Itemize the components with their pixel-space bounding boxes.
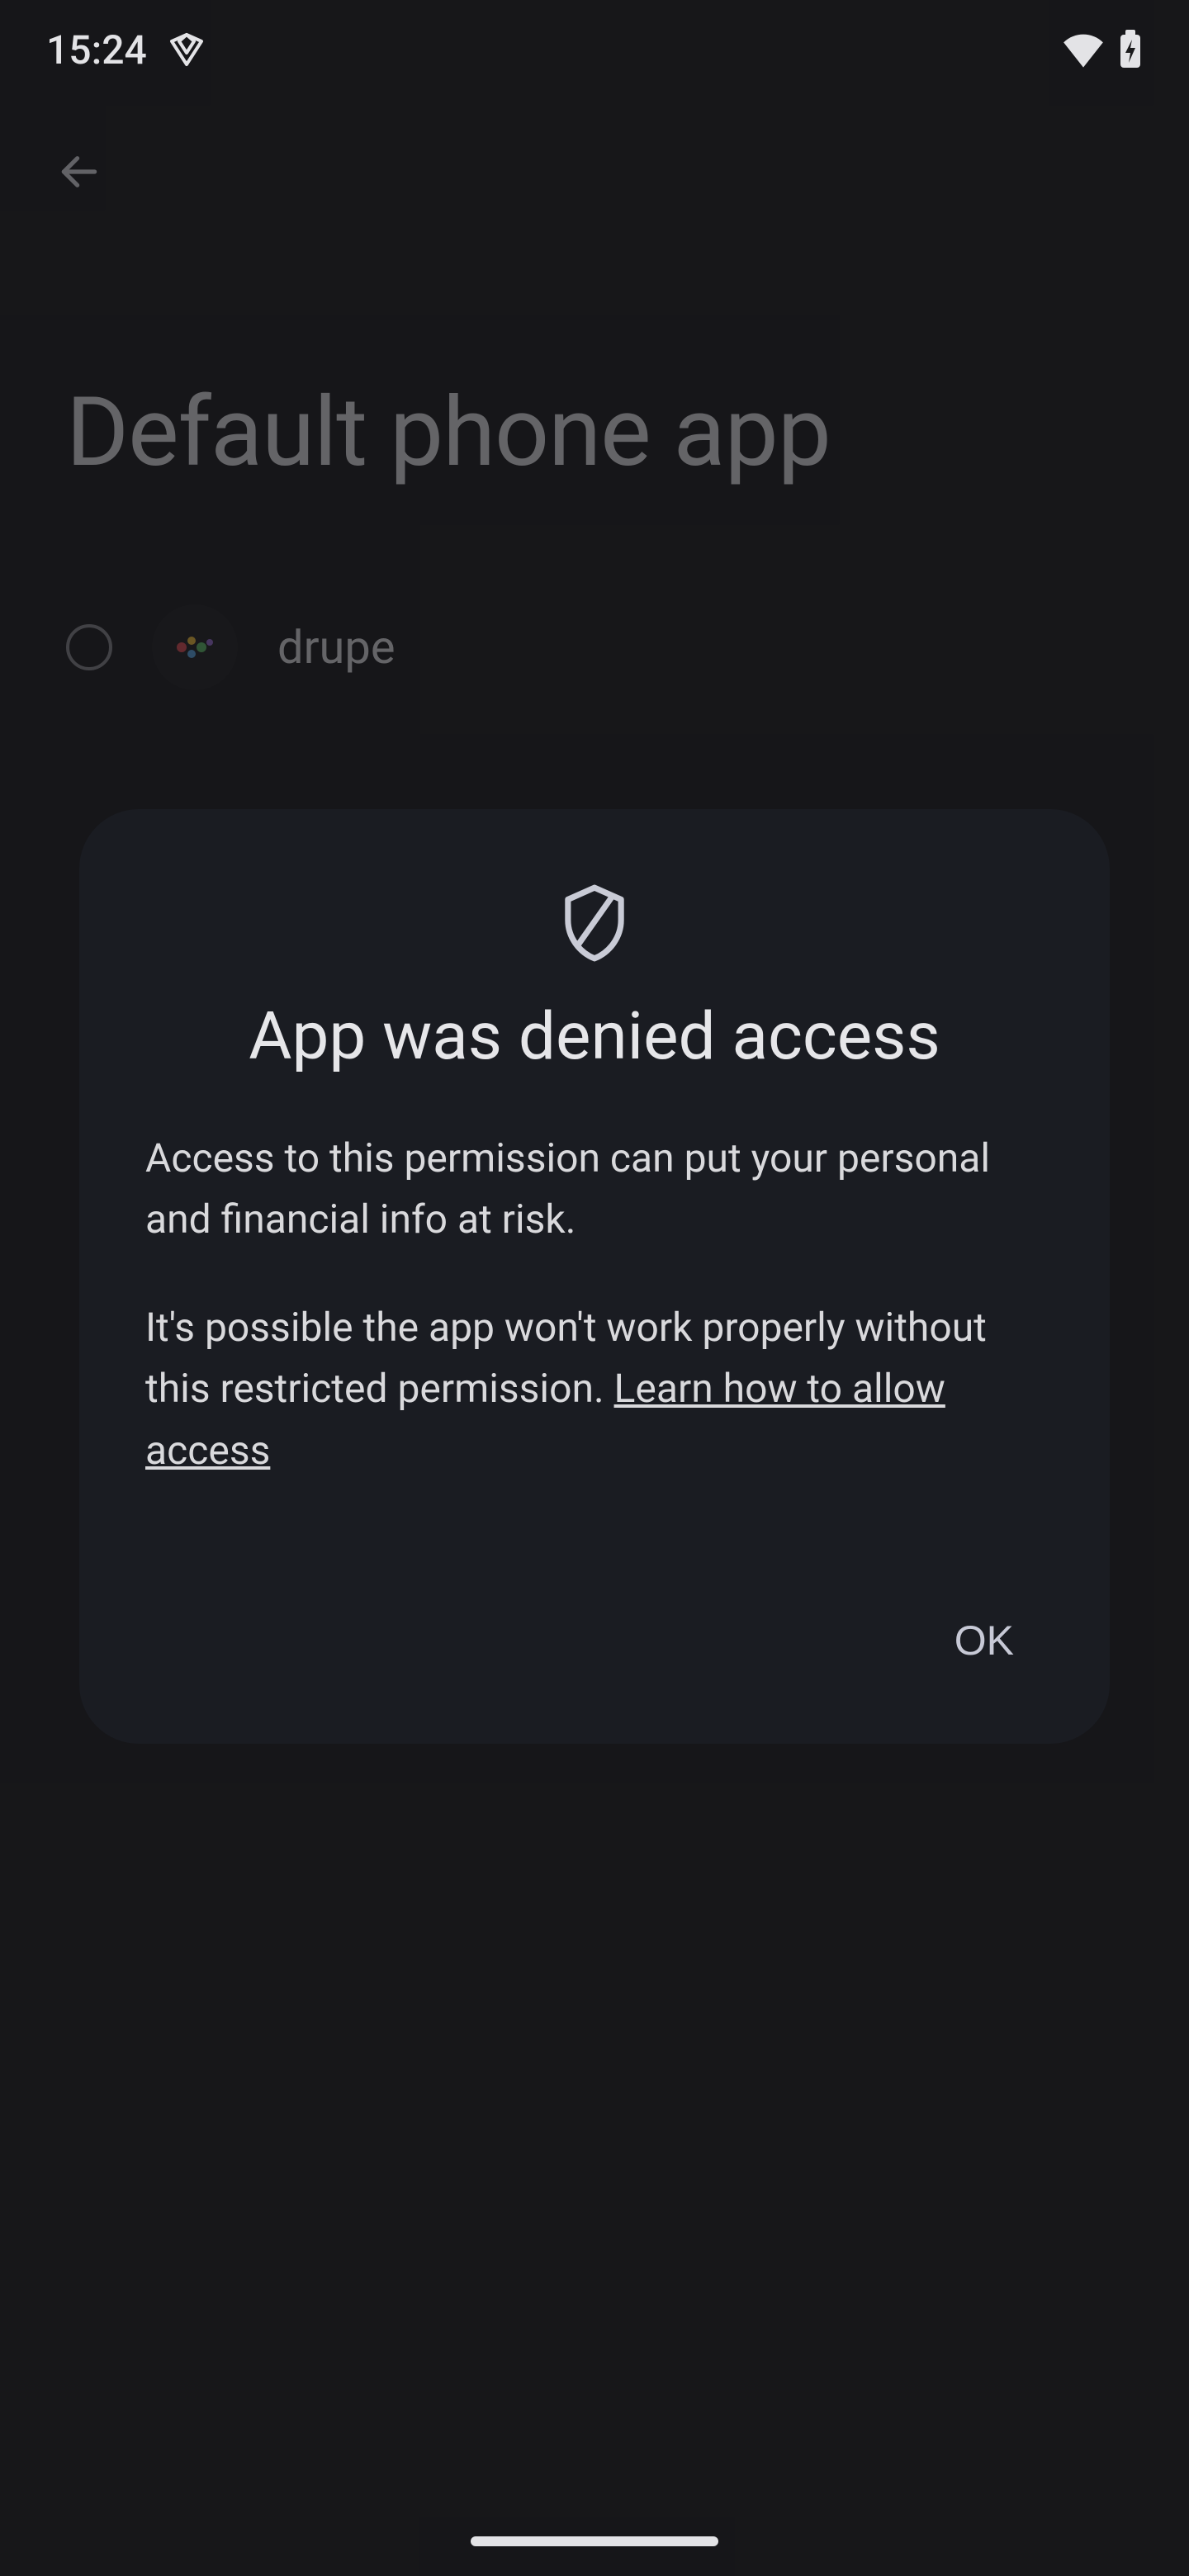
dialog-header-icon: [145, 882, 1044, 964]
status-time: 15:24: [46, 26, 147, 73]
dialog-title: App was denied access: [145, 997, 1044, 1075]
shield-icon: [558, 882, 631, 964]
dialog-actions: OK: [145, 1597, 1044, 1684]
status-bar: 15:24: [0, 0, 1189, 99]
permission-denied-dialog: App was denied access Access to this per…: [79, 809, 1110, 1744]
dialog-paragraph-1: Access to this permission can put your p…: [145, 1128, 1044, 1251]
gesture-nav-bar[interactable]: [471, 2536, 718, 2546]
vpn-shield-icon: [167, 30, 206, 69]
dialog-paragraph-2: It's possible the app won't work properl…: [145, 1297, 1044, 1481]
wifi-icon: [1062, 31, 1105, 68]
screen: Default phone app drupe 15:24: [0, 0, 1189, 2576]
dialog-body: Access to this permission can put your p…: [145, 1128, 1044, 1481]
battery-charging-icon: [1118, 30, 1143, 69]
ok-button[interactable]: OK: [925, 1597, 1044, 1684]
